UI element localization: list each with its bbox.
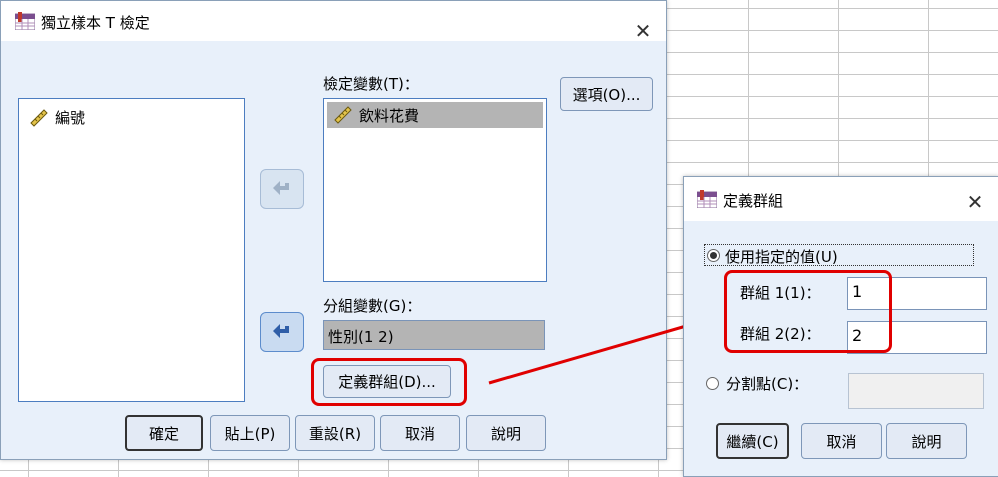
- radio-cutpoint[interactable]: [706, 377, 719, 390]
- radio-specified-label: 使用指定的值(U): [725, 248, 838, 266]
- cancel-button[interactable]: 取消: [801, 423, 882, 459]
- radio-button[interactable]: [707, 249, 720, 262]
- annotation-highlight-group-values: [724, 270, 892, 353]
- dialog-title: 定義群組: [723, 192, 784, 210]
- help-button[interactable]: 說明: [886, 423, 967, 459]
- radio-cutpoint-label: 分割點(C)：: [726, 375, 809, 393]
- spss-app-icon: [697, 190, 717, 208]
- close-icon[interactable]: ✕: [965, 192, 985, 212]
- continue-button[interactable]: 繼續(C): [716, 423, 789, 459]
- title-bar: 定義群組 ✕: [684, 177, 998, 221]
- radio-specified-values[interactable]: 使用指定的值(U): [704, 244, 974, 266]
- cutpoint-input[interactable]: [848, 373, 984, 409]
